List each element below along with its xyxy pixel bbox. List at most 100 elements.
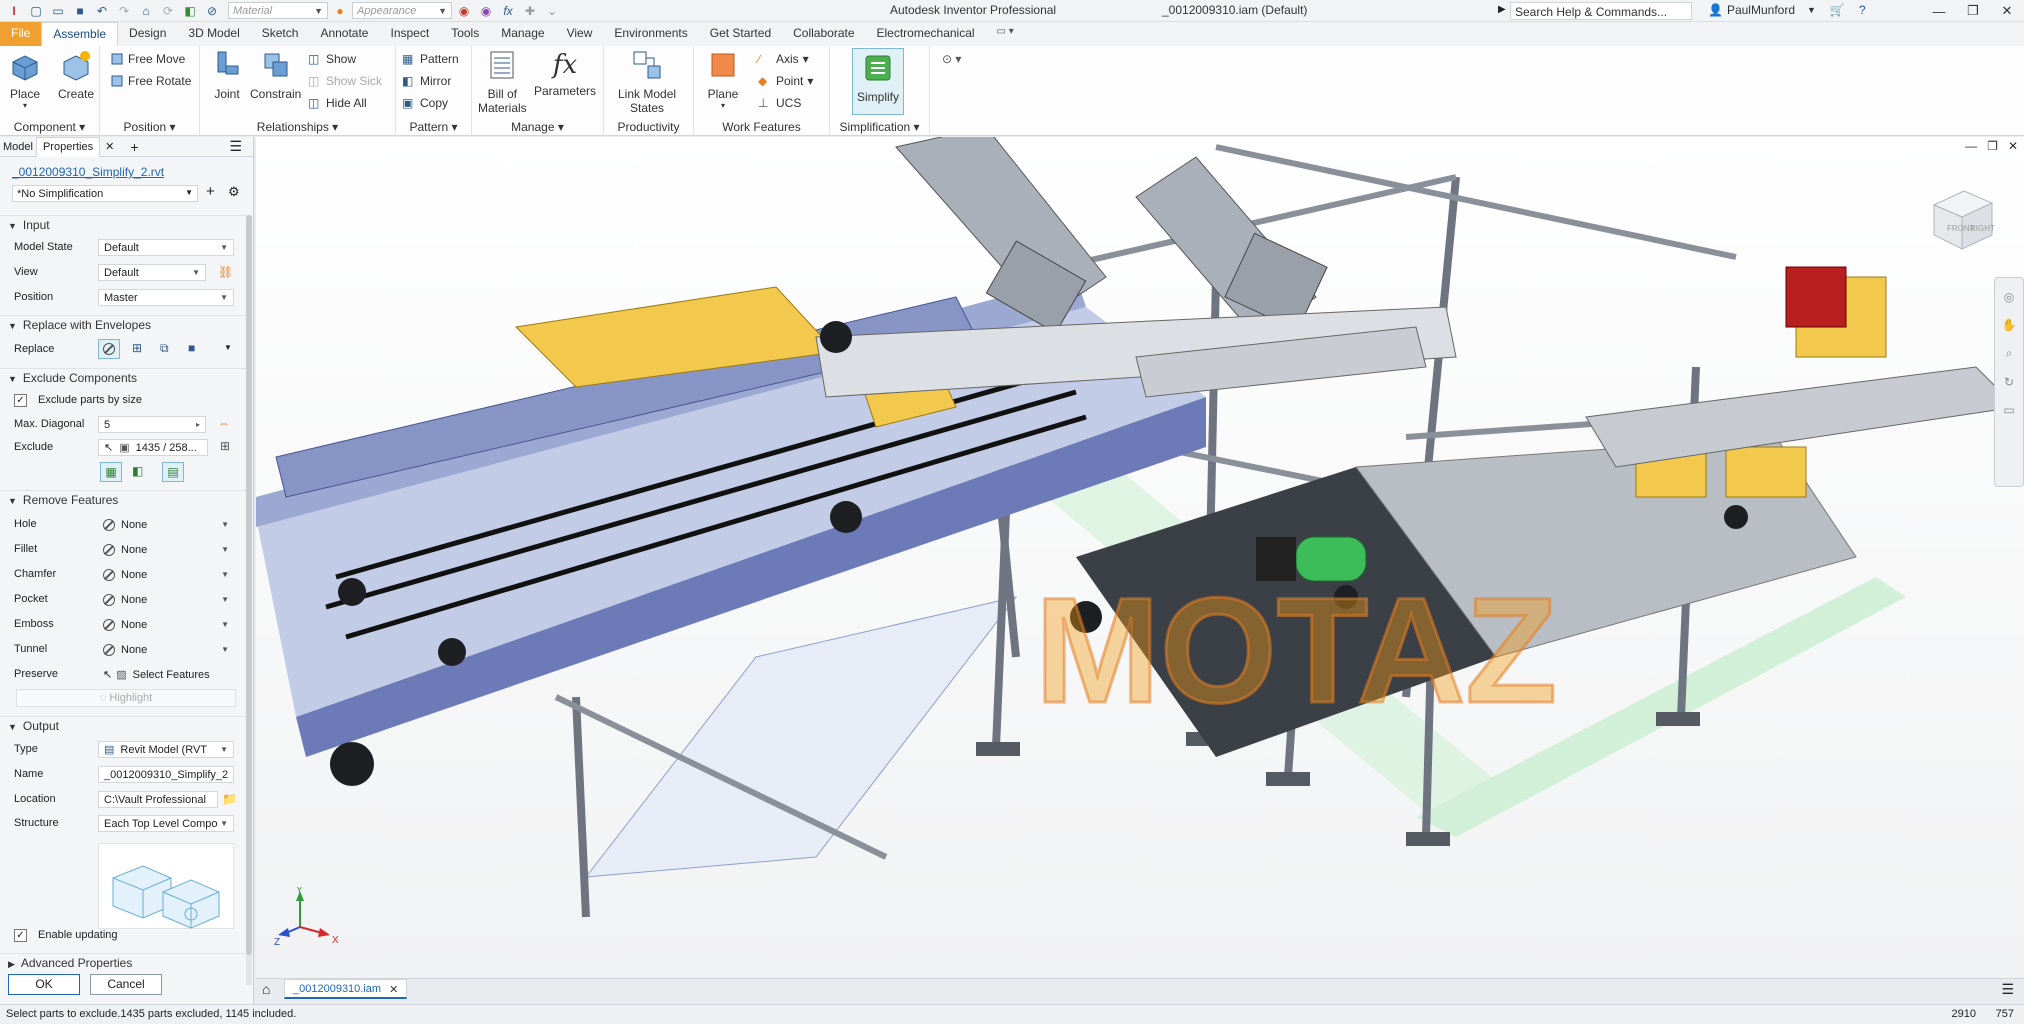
- document-tab[interactable]: _0012009310.iam ✕: [284, 979, 408, 999]
- tab-manage[interactable]: Manage: [490, 22, 555, 46]
- output-type-select[interactable]: ▤ Revit Model (RVT ▼: [98, 741, 234, 758]
- tab-assemble[interactable]: Assemble: [41, 22, 119, 46]
- fx-icon[interactable]: fx: [498, 2, 518, 20]
- hide-all-button[interactable]: ◫ Hide All: [308, 96, 367, 110]
- search-arrow-icon[interactable]: ▶: [1498, 4, 1506, 15]
- output-structure-select[interactable]: Each Top Level Compo ▼: [98, 815, 234, 832]
- output-location-input[interactable]: C:\Vault Professional: [98, 791, 218, 808]
- material-select[interactable]: Material ▼: [228, 2, 328, 19]
- tab-get-started[interactable]: Get Started: [699, 22, 782, 46]
- view-select[interactable]: Default ▼: [98, 264, 206, 281]
- model-state-select[interactable]: Default ▼: [98, 239, 234, 256]
- tab-collaborate[interactable]: Collaborate: [782, 22, 865, 46]
- link-icon[interactable]: ⛓: [218, 265, 233, 279]
- add-icon[interactable]: ✚: [520, 2, 540, 20]
- emboss-select[interactable]: None ▼: [98, 616, 234, 633]
- home-icon[interactable]: ⌂: [136, 2, 156, 20]
- section-replace-envelopes[interactable]: ▼ Replace with Envelopes: [0, 315, 248, 333]
- panel-menu-icon[interactable]: ☰: [226, 138, 245, 155]
- tab-design[interactable]: Design: [118, 22, 177, 46]
- plane-button[interactable]: Plane ▾: [706, 48, 740, 110]
- section-exclude-components[interactable]: ▼ Exclude Components: [0, 368, 248, 386]
- viewcube[interactable]: FRONT RIGHT: [1930, 187, 1996, 253]
- place-button[interactable]: Place ▾: [8, 48, 42, 110]
- cancel-button[interactable]: Cancel: [90, 974, 162, 995]
- redo-icon[interactable]: ↷: [114, 2, 134, 20]
- ok-button[interactable]: OK: [8, 974, 80, 995]
- open-file-icon[interactable]: ▭: [48, 2, 68, 20]
- point-button[interactable]: ◆ Point ▾: [758, 74, 813, 88]
- pan-icon[interactable]: ✋: [2002, 318, 2017, 332]
- viewport-close-icon[interactable]: ✕: [2008, 139, 2018, 153]
- close-icon[interactable]: ✕: [1990, 0, 2024, 22]
- simplification-select[interactable]: *No Simplification ▼: [12, 185, 198, 202]
- chamfer-select[interactable]: None ▼: [98, 566, 234, 583]
- new-file-icon[interactable]: ▢: [26, 2, 46, 20]
- tab-model[interactable]: Model: [0, 141, 36, 153]
- tunnel-select[interactable]: None ▼: [98, 641, 234, 658]
- panel-label-component[interactable]: Component ▾: [0, 120, 99, 134]
- show-button[interactable]: ◫ Show: [308, 52, 356, 66]
- filter-purchased-icon[interactable]: ◧: [132, 464, 143, 478]
- exclude-by-size-checkbox[interactable]: ✓: [14, 394, 27, 407]
- close-tab-icon[interactable]: ✕: [102, 140, 117, 153]
- tab-electromechanical[interactable]: Electromechanical: [866, 22, 986, 46]
- tab-inspect[interactable]: Inspect: [379, 22, 440, 46]
- panel-label-manage[interactable]: Manage ▾: [472, 120, 603, 134]
- settings-gear-icon[interactable]: ⚙: [228, 184, 240, 200]
- minimize-icon[interactable]: —: [1922, 0, 1956, 22]
- viewport-restore-icon[interactable]: ❐: [1987, 139, 1998, 153]
- folder-icon[interactable]: 📁: [222, 792, 237, 806]
- panel-label-relationships[interactable]: Relationships ▾: [200, 120, 395, 134]
- help-search-input[interactable]: Search Help & Commands...: [1510, 2, 1692, 20]
- section-advanced-properties[interactable]: ▶ Advanced Properties: [0, 953, 248, 971]
- tabs-menu-icon[interactable]: ☰: [2001, 981, 2014, 998]
- section-remove-features[interactable]: ▼ Remove Features: [0, 490, 248, 508]
- panel-label-pattern[interactable]: Pattern ▾: [396, 120, 471, 134]
- section-input[interactable]: ▼ Input: [0, 215, 248, 233]
- panel-scrollbar[interactable]: [246, 215, 252, 985]
- exclude-list-icon[interactable]: ⊞: [220, 439, 230, 453]
- free-rotate-button[interactable]: Free Rotate: [110, 74, 191, 88]
- replace-none-button[interactable]: [98, 339, 120, 359]
- filter-content-center-button[interactable]: ▤: [162, 462, 184, 482]
- pocket-select[interactable]: None ▼: [98, 591, 234, 608]
- exclude-selection-field[interactable]: ↖ ▣ 1435 / 258...: [98, 439, 208, 456]
- replace-envelope-icon[interactable]: ■: [188, 341, 195, 355]
- update-icon[interactable]: ⟳: [158, 2, 178, 20]
- ribbon-options-icon[interactable]: ▭ ▾: [986, 22, 1025, 46]
- constrain-button[interactable]: Constrain: [250, 48, 301, 101]
- ribbon-extra-dropdown-icon[interactable]: ⊙ ▾: [942, 52, 961, 66]
- mirror-button[interactable]: ◧ Mirror: [402, 74, 451, 88]
- bill-of-materials-button[interactable]: Bill of Materials: [478, 48, 527, 115]
- viewport-minimize-icon[interactable]: —: [1965, 139, 1977, 153]
- measure-icon[interactable]: ⊘: [202, 2, 222, 20]
- add-tab-icon[interactable]: +: [127, 139, 141, 155]
- undo-icon[interactable]: ↶: [92, 2, 112, 20]
- select-icon[interactable]: ◧: [180, 2, 200, 20]
- output-name-input[interactable]: _0012009310_Simplify_2: [98, 766, 234, 783]
- filter-parts-button[interactable]: ▦: [100, 462, 122, 482]
- panel-label-simplification[interactable]: Simplification ▾: [830, 120, 929, 134]
- graphics-viewport[interactable]: MOTAZ FRONT RIGHT — ❐ ✕ ◎ ✋ ⌕ ↻ ▭ Y X Z: [256, 137, 2024, 978]
- preserve-select-features[interactable]: ↖ ▨ Select Features: [98, 666, 234, 683]
- replace-all-icon[interactable]: ⧉: [160, 341, 169, 356]
- parameters-button[interactable]: fx Parameters: [534, 48, 596, 98]
- replace-dropdown-icon[interactable]: ▼: [224, 343, 232, 352]
- add-simplification-icon[interactable]: +: [206, 183, 215, 200]
- tab-file[interactable]: File: [0, 22, 42, 46]
- restore-icon[interactable]: ❐: [1956, 0, 1990, 22]
- output-filename-link[interactable]: _0012009310_Simplify_2.rvt: [12, 165, 164, 179]
- help-icon[interactable]: ?: [1859, 3, 1866, 17]
- ucs-button[interactable]: ⊥ UCS: [758, 96, 801, 110]
- tab-tools[interactable]: Tools: [440, 22, 490, 46]
- highlight-button[interactable]: ◌ Highlight: [16, 689, 236, 707]
- replace-each-icon[interactable]: ⊞: [132, 341, 142, 355]
- tab-view[interactable]: View: [556, 22, 604, 46]
- steering-wheel-icon[interactable]: ◎: [2004, 290, 2014, 304]
- show-sick-button[interactable]: ◫ Show Sick: [308, 74, 382, 88]
- section-output[interactable]: ▼ Output: [0, 716, 248, 734]
- cart-icon[interactable]: 🛒: [1830, 3, 1845, 17]
- save-icon[interactable]: ■: [70, 2, 90, 20]
- measure-diagonal-icon[interactable]: ⇔: [218, 416, 230, 430]
